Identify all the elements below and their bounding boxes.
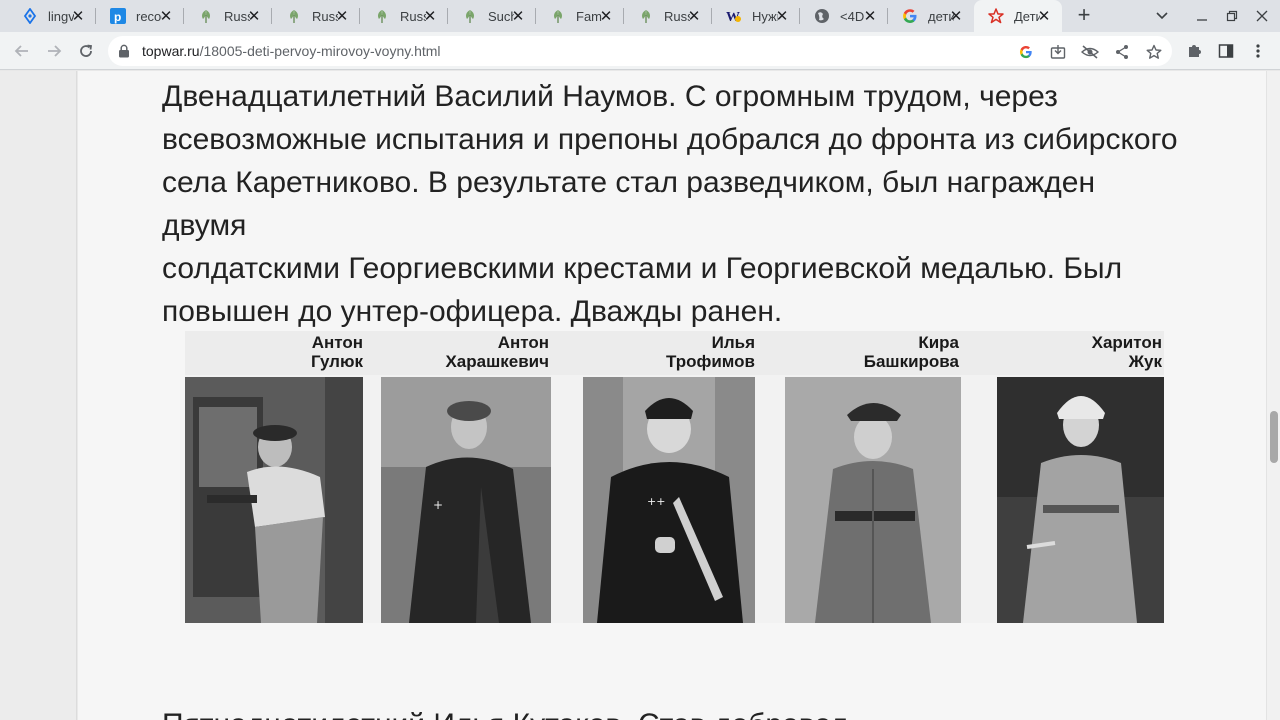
install-app-icon[interactable] [1048,42,1068,62]
wikipedia-icon: W [726,8,742,24]
next-paragraph-partial: Пятнадцатилетний Илья Кутаков. Став добр… [162,703,1182,720]
article-body: Двенадцатилетний Василий Наумов. С огром… [78,71,1266,720]
caption-first-name: Антон [497,333,549,352]
close-tab-icon[interactable]: ✕ [686,8,702,25]
leaf-icon [286,8,302,24]
paragraph-line: всевозможные испытания и препоны добралс… [162,123,1178,156]
leaf-icon [198,8,214,24]
photo-caption-trofimov: Илья Трофимов [635,333,755,371]
caption-first-name: Илья [711,333,755,352]
article-photo-children-soldiers: Антон Гулюк Антон Харашкевич Илья Трофим… [185,331,1164,623]
leaf-icon [462,8,478,24]
close-tab-icon[interactable]: ✕ [948,8,964,25]
paragraph-line: села Каретниково. В результате стал разв… [162,166,1096,242]
p-logo-icon: p [110,8,126,24]
caption-last-name: Башкирова [863,352,959,371]
share-icon[interactable] [1112,42,1132,62]
svg-text:+: + [433,498,443,512]
close-tab-icon[interactable]: ✕ [774,8,790,25]
tab-family[interactable]: Family ✕ [536,0,624,32]
close-tab-icon[interactable]: ✕ [598,8,614,25]
tab-active-deti[interactable]: Дети ✕ [974,0,1062,32]
browser-toolbar: topwar.ru/18005-deti-pervoy-mirovoy-voyn… [0,32,1280,70]
close-tab-icon[interactable]: ✕ [70,8,86,25]
portrait-boy-at-door [185,377,363,623]
close-tab-icon[interactable]: ✕ [422,8,438,25]
close-tab-icon[interactable]: ✕ [510,8,526,25]
side-panel-icon[interactable] [1216,41,1236,61]
article-paragraph: Двенадцатилетний Василий Наумов. С огром… [162,75,1182,333]
tracking-protection-eye-icon[interactable] [1080,42,1100,62]
new-tab-button[interactable]: + [1071,4,1097,28]
caption-last-name: Гулюк [310,352,363,371]
photo-caption-gulyuk: Антон Гулюк [265,333,363,371]
portrait-boy-with-sword: ++ [583,377,755,623]
caption-last-name: Жук [1128,352,1162,371]
red-star-icon [988,8,1004,24]
globe-icon [814,8,830,24]
bookmark-star-icon[interactable] [1144,42,1164,62]
lock-icon[interactable] [118,44,130,63]
tab-such[interactable]: Such ✕ [448,0,536,32]
portrait-boy-in-fur-hat [997,377,1164,623]
caption-first-name: Кира [918,333,959,352]
leaf-icon [638,8,654,24]
close-window-icon[interactable] [1250,6,1274,26]
leaf-icon [374,8,390,24]
portrait-boy-in-coat: + [381,377,551,623]
caption-last-name: Трофимов [665,352,755,371]
paragraph-line: повышен до унтер-офицера. Дважды ранен. [162,295,783,328]
photo-caption-bashkirova: Кира Башкирова [825,333,959,371]
tab-search-chevron-icon[interactable] [1150,6,1174,26]
tab-russian-4[interactable]: Russian ✕ [624,0,712,32]
tab-russian-2[interactable]: Russian ✕ [272,0,360,32]
close-tab-icon[interactable]: ✕ [1036,8,1052,25]
url-text[interactable]: topwar.ru/18005-deti-pervoy-mirovoy-voyn… [142,43,441,59]
close-tab-icon[interactable]: ✕ [246,8,262,25]
back-arrow-icon[interactable] [10,39,34,63]
menu-kebab-icon[interactable] [1248,41,1268,61]
minimize-icon[interactable] [1190,6,1214,26]
tab-google-search[interactable]: дети ✕ [888,0,974,32]
tab-russian-3[interactable]: Russian ✕ [360,0,448,32]
tab-recognition[interactable]: p recognition ✕ [96,0,184,32]
paragraph-line: солдатскими Георгиевскими крестами и Гео… [162,252,1123,285]
scrollbar-thumb[interactable] [1270,411,1278,463]
leaf-icon [550,8,566,24]
tab-wikipedia[interactable]: W Нужно ✕ [712,0,800,32]
page-scrollbar[interactable] [1266,71,1280,720]
svg-text:++: ++ [647,495,665,508]
close-tab-icon[interactable]: ✕ [334,8,350,25]
tab-4d[interactable]: <4D ✕ [800,0,888,32]
page-left-margin [0,71,77,720]
tab-lingvo[interactable]: lingvo ✕ [8,0,96,32]
forward-arrow-icon[interactable] [42,39,66,63]
caption-first-name: Антон [311,333,363,352]
close-tab-icon[interactable]: ✕ [862,8,878,25]
address-bar[interactable]: topwar.ru/18005-deti-pervoy-mirovoy-voyn… [108,36,1172,66]
url-host: topwar.ru [142,43,200,59]
page-viewport: Двенадцатилетний Василий Наумов. С огром… [0,71,1266,720]
extensions-puzzle-icon[interactable] [1184,41,1204,61]
restore-icon[interactable] [1220,6,1244,26]
caption-first-name: Харитон [1091,333,1162,352]
caption-last-name: Харашкевич [445,352,549,371]
photo-caption-kharashkevich: Антон Харашкевич [415,333,549,371]
lingvo-diamond-icon [22,8,38,24]
tab-russian-1[interactable]: Russian ✕ [184,0,272,32]
portrait-girl-in-uniform [785,377,961,623]
photo-caption-zhuk: Харитон Жук [1045,333,1162,371]
close-tab-icon[interactable]: ✕ [158,8,174,25]
url-path: /18005-deti-pervoy-mirovoy-voyny.html [199,43,441,59]
google-lens-icon[interactable] [1016,42,1036,62]
tab-strip: lingvo ✕ p recognition ✕ Russian ✕ Russi… [0,0,1280,32]
svg-text:p: p [114,10,121,24]
google-icon [902,8,918,24]
paragraph-line: Двенадцатилетний Василий Наумов. С огром… [162,80,1058,113]
reload-icon[interactable] [74,39,98,63]
